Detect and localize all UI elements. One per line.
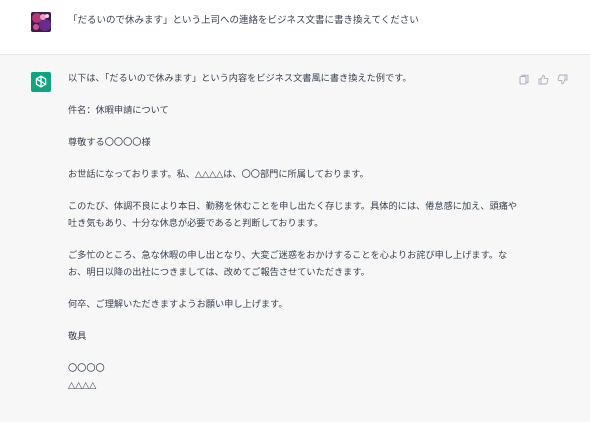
user-message-text: 「だるいので休みます」という上司への連絡をビジネス文書に書き換えてください	[68, 15, 419, 26]
signature-name-placeholder: 〇〇〇〇	[68, 363, 105, 374]
user-message-row: 「だるいので休みます」という上司への連絡をビジネス文書に書き換えてください	[0, 0, 590, 55]
thumbs-up-icon	[538, 74, 548, 84]
thumbs-down-button[interactable]	[555, 72, 569, 86]
closing-word: 敬具	[68, 331, 87, 342]
greeting-paragraph: お世話になっております。私、△△△△は、〇〇部門に所属しております。	[68, 169, 369, 180]
message-actions	[517, 72, 569, 86]
user-avatar	[31, 12, 51, 32]
subject-line: 件名：休暇申請について	[68, 105, 169, 116]
assistant-message-row: 以下は、「だるいので休みます」という内容をビジネス文書風に書き換えた例です。 件…	[0, 55, 590, 422]
closing-request: 何卒、ご理解いただきますようお願い申し上げます。	[68, 299, 288, 310]
thumbs-down-icon	[557, 74, 567, 84]
body-paragraph-reason: このたび、体調不良により本日、勤務を休むことを申し出たく存じます。具体的には、倦…	[68, 201, 518, 229]
copy-button[interactable]	[517, 72, 531, 86]
signature-sender-placeholder: △△△△	[68, 380, 97, 391]
intro-paragraph: 以下は、「だるいので休みます」という内容をビジネス文書風に書き換えた例です。	[68, 73, 412, 84]
body-paragraph-apology: ご多忙のところ、急な休暇の申し出となり、大変ご迷惑をおかけすることを心よりお詫び…	[68, 250, 508, 278]
assistant-logo-icon	[31, 72, 51, 92]
assistant-message-text: 以下は、「だるいので休みます」という内容をビジネス文書風に書き換えた例です。 件…	[68, 70, 518, 394]
salutation: 尊敬する〇〇〇〇様	[68, 137, 151, 148]
thumbs-up-button[interactable]	[536, 72, 550, 86]
copy-icon	[519, 74, 529, 84]
chat-thread: 「だるいので休みます」という上司への連絡をビジネス文書に書き換えてください 以下…	[0, 0, 590, 422]
